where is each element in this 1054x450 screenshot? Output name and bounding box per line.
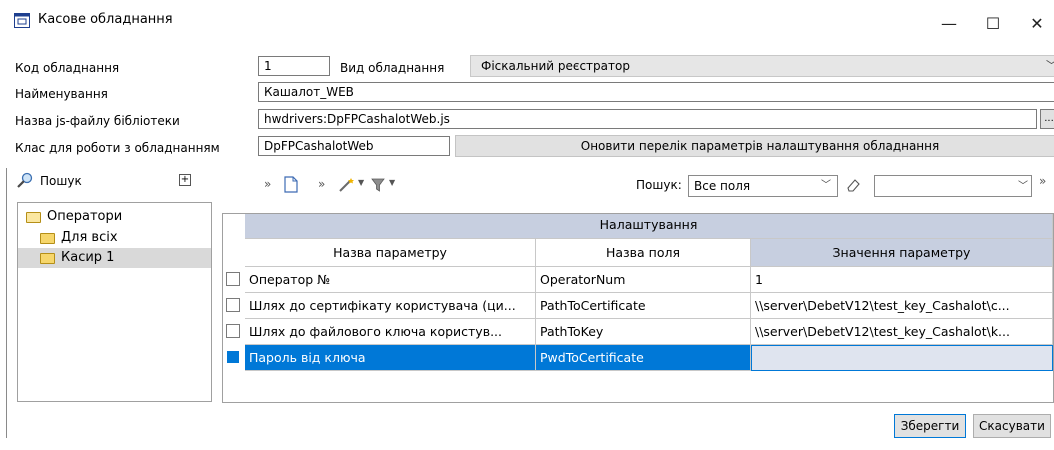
table-row-param[interactable]: Оператор № [245,267,536,293]
row-checkbox[interactable] [226,272,240,286]
type-select[interactable]: Фіскальний реєстратор ﹀ [470,55,1054,77]
search-input[interactable] [874,175,1032,197]
chevron-down-icon[interactable]: ▼ [389,178,395,187]
row-checkbox[interactable] [226,298,240,312]
table-row-value[interactable] [751,345,1053,371]
column-header-field[interactable]: Назва поля [536,239,751,267]
cancel-button[interactable]: Скасувати [973,414,1051,438]
expand-all-icon[interactable]: + [179,174,191,186]
grid-search-label: Пошук: [636,178,682,192]
table-row-field[interactable]: PwdToCertificate [536,345,751,371]
column-header-param[interactable]: Назва параметру [245,239,536,267]
maximize-button[interactable]: ☐ [970,6,1016,40]
overflow-chevron-icon[interactable]: » [318,177,325,191]
parameters-grid: Налаштування Назва параметру Назва поля … [222,213,1054,403]
search-scope-select[interactable]: Все поля ﹀ [688,175,838,197]
window-title: Касове обладнання [38,12,173,27]
overflow-chevron-icon[interactable]: » [264,177,271,191]
table-row-param[interactable]: Шлях до файлового ключа користув... [245,319,536,345]
refresh-parameters-button[interactable]: Оновити перелік параметрів налаштування … [455,135,1054,157]
js-library-field[interactable]: hwdrivers:DpFPCashalotWeb.js [258,109,1037,129]
table-row-field[interactable]: OperatorNum [536,267,751,293]
table-row-value[interactable]: \\server\DebetV12\test_key_Cashalot\k... [751,319,1053,345]
group-header: Налаштування [245,214,1053,239]
tree-item-operators[interactable]: Оператори [26,208,122,226]
minimize-button[interactable]: — [926,6,972,40]
folder-icon [40,232,55,244]
name-field[interactable]: Кашалот_WEB [258,82,1054,102]
folder-icon [40,252,55,264]
name-label: Найменування [15,87,108,101]
code-field[interactable]: 1 [258,56,330,76]
new-document-icon[interactable] [284,176,298,196]
type-select-value: Фіскальний реєстратор [481,59,630,73]
folder-open-icon [26,211,41,223]
class-label: Клас для роботи з обладнанням [15,141,220,155]
class-field[interactable]: DpFPCashalotWeb [258,136,450,156]
title-bar: Касове обладнання — ☐ ✕ [0,0,1054,50]
table-row-param[interactable]: Шлях до сертифікату користувача (ци... [245,293,536,319]
chevron-down-icon[interactable]: ▼ [358,178,364,187]
tree-panel: Оператори Для всіх Касир 1 [17,202,212,402]
eraser-icon[interactable] [846,178,861,195]
column-header-value[interactable]: Значення параметру [751,239,1053,267]
overflow-chevron-icon[interactable]: » [1039,174,1046,188]
table-row-value[interactable]: 1 [751,267,1053,293]
chevron-down-icon[interactable]: ﹀ [1018,177,1028,192]
app-window-icon [14,13,30,28]
left-search-label[interactable]: Пошук [40,174,82,188]
table-row-value[interactable]: \\server\DebetV12\test_key_Cashalot\c... [751,293,1053,319]
close-button[interactable]: ✕ [1014,6,1054,40]
type-label: Вид обладнання [340,61,445,75]
grid-toolbar: » » ▼ ▼ Пошук: Все поля ﹀ ﹀ » [222,168,1054,202]
filter-icon[interactable] [371,178,385,195]
chevron-down-icon[interactable]: ﹀ [1046,56,1054,76]
code-label: Код обладнання [15,61,120,75]
left-toolbar: Пошук + [12,168,212,200]
wand-icon[interactable] [338,177,356,196]
row-checkbox[interactable] [226,324,240,338]
table-row-field[interactable]: PathToKey [536,319,751,345]
table-row-field[interactable]: PathToCertificate [536,293,751,319]
save-button[interactable]: Зберегти [894,414,966,438]
tree-item-cashier-1[interactable]: Касир 1 [40,249,114,267]
row-checkbox[interactable] [226,350,240,364]
browse-button[interactable]: ... [1040,109,1054,129]
window-edge [6,168,7,438]
js-library-label: Назва js-файлу бібліотеки [15,114,180,128]
chevron-down-icon[interactable]: ﹀ [821,176,831,196]
tree-item-all[interactable]: Для всіх [40,229,118,247]
search-icon[interactable] [16,172,34,193]
table-row-param[interactable]: Пароль від ключа [245,345,536,371]
